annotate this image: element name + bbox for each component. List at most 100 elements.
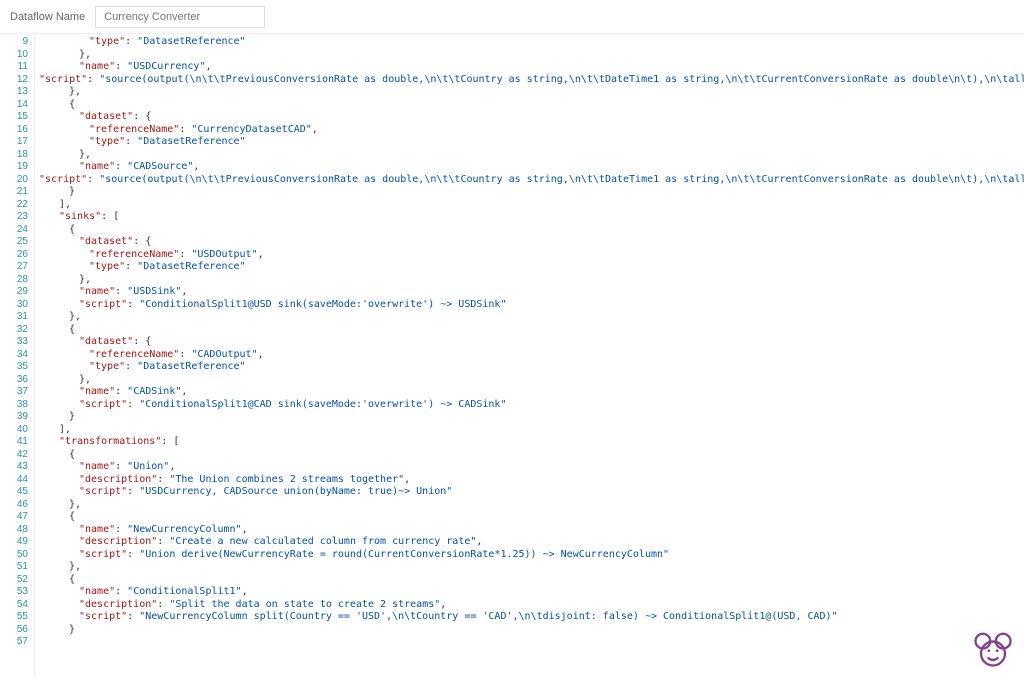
line-number-gutter: 9101112131415161718192021222324252627282… [0, 34, 34, 677]
code-line[interactable]: "type": "DatasetReference" [39, 36, 1020, 49]
line-number: 47 [2, 511, 28, 524]
code-line[interactable]: "description": "Split the data on state … [39, 599, 1020, 612]
code-line[interactable]: { [39, 449, 1020, 462]
line-number: 36 [2, 374, 28, 387]
code-line[interactable]: { [39, 99, 1020, 112]
code-line[interactable]: "script": "source(output(\n\t\tPreviousC… [39, 74, 1020, 87]
code-line[interactable]: "name": "USDSink", [39, 286, 1020, 299]
code-line[interactable]: } [39, 624, 1020, 637]
line-number: 33 [2, 336, 28, 349]
code-line[interactable]: "script": "NewCurrencyColumn split(Count… [39, 611, 1020, 624]
line-number: 49 [2, 536, 28, 549]
code-line[interactable]: { [39, 574, 1020, 587]
monkey-logo [970, 625, 1016, 671]
code-line[interactable]: "transformations": [ [39, 436, 1020, 449]
line-number: 50 [2, 549, 28, 562]
code-line[interactable]: }, [39, 274, 1020, 287]
code-editor[interactable]: 9101112131415161718192021222324252627282… [0, 34, 1024, 677]
line-number: 32 [2, 324, 28, 337]
line-number: 27 [2, 261, 28, 274]
line-number: 12 [2, 74, 28, 87]
line-number: 43 [2, 461, 28, 474]
code-line[interactable]: "script": "USDCurrency, CADSource union(… [39, 486, 1020, 499]
code-line[interactable]: "name": "Union", [39, 461, 1020, 474]
line-number: 46 [2, 499, 28, 512]
line-number: 22 [2, 199, 28, 212]
line-number: 20 [2, 174, 28, 187]
code-line[interactable]: { [39, 224, 1020, 237]
line-number: 55 [2, 611, 28, 624]
line-number: 51 [2, 561, 28, 574]
code-line[interactable]: "name": "CADSink", [39, 386, 1020, 399]
line-number: 14 [2, 99, 28, 112]
code-line[interactable]: "dataset": { [39, 111, 1020, 124]
line-number: 40 [2, 424, 28, 437]
code-line[interactable]: ], [39, 424, 1020, 437]
line-number: 23 [2, 211, 28, 224]
code-line[interactable]: }, [39, 561, 1020, 574]
code-line[interactable]: "referenceName": "USDOutput", [39, 249, 1020, 262]
dataflow-name-input[interactable] [95, 6, 265, 28]
line-number: 41 [2, 436, 28, 449]
line-number: 26 [2, 249, 28, 262]
line-number: 39 [2, 411, 28, 424]
code-line[interactable]: "name": "NewCurrencyColumn", [39, 524, 1020, 537]
line-number: 17 [2, 136, 28, 149]
line-number: 53 [2, 586, 28, 599]
code-line[interactable]: "description": "Create a new calculated … [39, 536, 1020, 549]
code-line[interactable]: { [39, 324, 1020, 337]
code-line[interactable]: }, [39, 49, 1020, 62]
line-number: 44 [2, 474, 28, 487]
code-line[interactable]: "type": "DatasetReference" [39, 261, 1020, 274]
line-number: 21 [2, 186, 28, 199]
line-number: 15 [2, 111, 28, 124]
line-number: 24 [2, 224, 28, 237]
dataflow-name-label: Dataflow Name [10, 11, 85, 23]
code-line[interactable]: "name": "CADSource", [39, 161, 1020, 174]
line-number: 11 [2, 61, 28, 74]
code-line[interactable]: "script": "Union derive(NewCurrencyRate … [39, 549, 1020, 562]
line-number: 10 [2, 49, 28, 62]
line-number: 25 [2, 236, 28, 249]
code-line[interactable]: "sinks": [ [39, 211, 1020, 224]
code-line[interactable]: }, [39, 374, 1020, 387]
code-line[interactable]: }, [39, 86, 1020, 99]
code-line[interactable]: "dataset": { [39, 336, 1020, 349]
code-line[interactable]: "name": "ConditionalSplit1", [39, 586, 1020, 599]
line-number: 18 [2, 149, 28, 162]
line-number: 28 [2, 274, 28, 287]
code-line[interactable]: "script": "source(output(\n\t\tPreviousC… [39, 174, 1020, 187]
line-number: 13 [2, 86, 28, 99]
code-line[interactable]: "referenceName": "CADOutput", [39, 349, 1020, 362]
code-line[interactable]: }, [39, 499, 1020, 512]
line-number: 9 [2, 36, 28, 49]
code-line[interactable]: "referenceName": "CurrencyDatasetCAD", [39, 124, 1020, 137]
line-number: 52 [2, 574, 28, 587]
line-number: 57 [2, 636, 28, 649]
code-line[interactable]: { [39, 511, 1020, 524]
code-line[interactable]: "description": "The Union combines 2 str… [39, 474, 1020, 487]
line-number: 29 [2, 286, 28, 299]
code-line[interactable]: } [39, 411, 1020, 424]
line-number: 56 [2, 624, 28, 637]
code-line[interactable]: "script": "ConditionalSplit1@USD sink(sa… [39, 299, 1020, 312]
code-line[interactable]: "script": "ConditionalSplit1@CAD sink(sa… [39, 399, 1020, 412]
code-line[interactable] [39, 636, 1020, 649]
code-content[interactable]: "type": "DatasetReference"},"name": "USD… [34, 34, 1024, 677]
line-number: 54 [2, 599, 28, 612]
line-number: 30 [2, 299, 28, 312]
code-line[interactable]: "type": "DatasetReference" [39, 136, 1020, 149]
line-number: 34 [2, 349, 28, 362]
line-number: 16 [2, 124, 28, 137]
code-line[interactable]: "dataset": { [39, 236, 1020, 249]
code-line[interactable]: }, [39, 149, 1020, 162]
code-line[interactable]: "name": "USDCurrency", [39, 61, 1020, 74]
code-line[interactable]: }, [39, 311, 1020, 324]
line-number: 42 [2, 449, 28, 462]
header-bar: Dataflow Name [0, 0, 1024, 34]
code-line[interactable]: } [39, 186, 1020, 199]
line-number: 48 [2, 524, 28, 537]
line-number: 31 [2, 311, 28, 324]
code-line[interactable]: "type": "DatasetReference" [39, 361, 1020, 374]
code-line[interactable]: ], [39, 199, 1020, 212]
